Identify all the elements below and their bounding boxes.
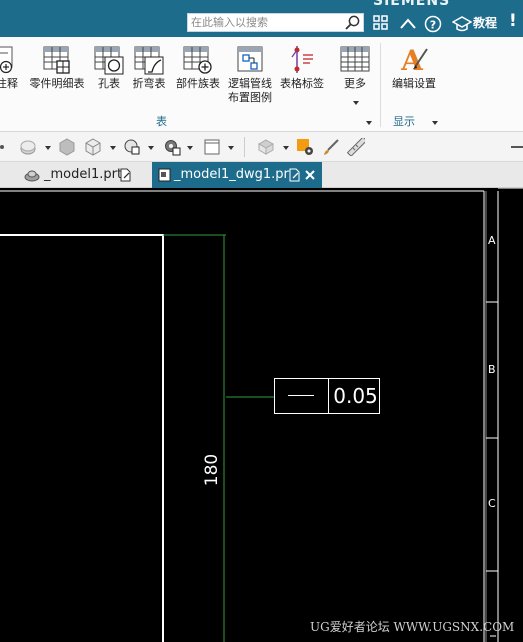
parts-list-icon (43, 46, 70, 74)
brand-logo: SIEMENS (373, 0, 451, 9)
section-dropdown-icon[interactable] (283, 146, 289, 150)
close-icon[interactable] (304, 169, 316, 181)
tutorial-label[interactable]: 教程 (473, 15, 497, 31)
title-bar: 在此输入以搜索 SIEMENS ? 教程 ! (0, 0, 523, 37)
hole-table-label: 孔表 (98, 77, 120, 90)
bend-table-label: 折弯表 (132, 77, 166, 90)
tab-model1-label: _model1.prt (44, 167, 123, 182)
ribbon-item-parts-list[interactable]: 零件明细表 (28, 43, 86, 91)
search-icon[interactable] (344, 14, 361, 31)
fcf-divider (328, 379, 329, 413)
logical-routing-legend-label-2: 布置图例 (228, 91, 272, 104)
ribbon-item-hole-table[interactable]: 孔表 (93, 43, 125, 91)
chevron-up-icon[interactable] (398, 14, 418, 34)
hole-table-icon (94, 46, 124, 75)
brush-icon[interactable] (322, 138, 340, 156)
ribbon-item-edit-settings[interactable]: A 编辑设置 (388, 43, 440, 91)
dimension-value[interactable]: 180 (202, 452, 222, 488)
more-dropdown-icon[interactable] (353, 101, 359, 105)
ribbon-group-display: 显示 (393, 115, 415, 128)
settings-dropdown-icon[interactable] (187, 146, 193, 150)
zone-label-c: C (488, 497, 496, 510)
graduation-cap-icon[interactable] (452, 14, 472, 34)
tab-bar: _model1.prt _model1_dwg1.prt (0, 162, 523, 188)
flatness-symbol-icon (288, 395, 314, 396)
part-family-table-icon (183, 46, 212, 74)
zone-label-b: B (488, 363, 496, 376)
parts-list-label: 零件明细表 (29, 77, 85, 90)
edit-settings-label: 编辑设置 (392, 77, 436, 90)
document-edit-icon[interactable] (289, 168, 301, 182)
annotation-label: 注释 (0, 77, 18, 90)
display-group-dropdown-icon[interactable] (432, 121, 438, 125)
alert-icon[interactable]: ! (509, 11, 517, 31)
ribbon-item-part-family-table[interactable]: 部件族表 (175, 43, 221, 91)
svg-text:?: ? (430, 19, 436, 32)
table-group-dropdown-icon[interactable] (366, 121, 372, 125)
part-family-table-label: 部件族表 (176, 77, 220, 90)
tab-model1[interactable]: _model1.prt (22, 162, 148, 188)
ribbon-separator (380, 43, 381, 127)
view-toolbar (0, 132, 523, 162)
tolerance-value: 0.05 (333, 384, 378, 408)
window-dropdown-icon[interactable] (228, 146, 234, 150)
search-placeholder: 在此输入以搜索 (191, 16, 268, 29)
nx-window: 在此输入以搜索 SIEMENS ? 教程 ! 注释 零件明细表 孔表 折弯表 部… (0, 0, 523, 642)
more-label: 更多 (344, 77, 366, 90)
annotation-icon (0, 46, 13, 74)
drawing-graphics (0, 188, 523, 642)
drawing-file-icon (158, 168, 171, 182)
collapse-toolbar-icon[interactable] (511, 138, 523, 156)
ribbon-item-tabular-note[interactable]: 表格标签 (279, 43, 325, 91)
part-outline (0, 234, 164, 642)
tab-model1-dwg1[interactable]: _model1_dwg1.prt (152, 162, 322, 188)
document-edit-icon[interactable] (120, 168, 132, 182)
layer-settings-icon[interactable] (123, 138, 141, 156)
help-icon[interactable]: ? (423, 14, 443, 34)
overflow-icon[interactable] (0, 138, 10, 156)
render-style-dropdown-icon[interactable] (45, 146, 51, 150)
toolbar-separator (244, 137, 245, 157)
watermark: UG爱好者论坛 WWW.UGSNX.COM (310, 620, 515, 634)
drawing-canvas[interactable]: A B C 0.05 180 UG爱好者论坛 WWW.UGSNX.COM (0, 188, 523, 642)
ribbon-group-table: 表 (156, 115, 167, 128)
measure-icon[interactable] (347, 138, 365, 156)
gear-settings-icon[interactable] (163, 138, 181, 156)
layer-dropdown-icon[interactable] (148, 146, 154, 150)
ribbon-options-icon[interactable] (373, 14, 393, 34)
feature-control-frame[interactable]: 0.05 (274, 378, 380, 414)
tabular-note-label: 表格标签 (280, 77, 324, 90)
edit-settings-icon: A (400, 44, 428, 75)
view-orient-dropdown-icon[interactable] (110, 146, 116, 150)
shaded-sphere-icon[interactable] (19, 138, 37, 156)
tabular-note-icon (291, 46, 313, 73)
ribbon-item-more[interactable]: 更多 (339, 43, 371, 91)
shaded-hexagon-icon[interactable] (58, 138, 76, 156)
color-settings-icon[interactable] (296, 138, 314, 156)
ribbon: 注释 零件明细表 孔表 折弯表 部件族表 逻辑管线 布置图例 表格标签 更多 A… (0, 37, 523, 132)
zone-label-a: A (488, 234, 496, 247)
tab-model1-dwg1-label: _model1_dwg1.prt (174, 167, 294, 182)
section-view-icon[interactable] (257, 138, 275, 156)
ribbon-item-annotation[interactable]: 注释 (0, 43, 20, 91)
logical-routing-legend-label-1: 逻辑管线 (228, 77, 272, 90)
cube-icon[interactable] (84, 138, 102, 156)
ribbon-item-logical-routing-legend[interactable]: 逻辑管线 布置图例 (227, 43, 273, 105)
ribbon-item-bend-table[interactable]: 折弯表 (131, 43, 167, 91)
more-icon (340, 46, 370, 72)
part-file-icon (24, 170, 40, 182)
bend-table-icon (134, 46, 164, 75)
window-icon[interactable] (203, 138, 221, 156)
search-input[interactable]: 在此输入以搜索 (187, 13, 364, 32)
logical-routing-legend-icon (237, 46, 263, 72)
